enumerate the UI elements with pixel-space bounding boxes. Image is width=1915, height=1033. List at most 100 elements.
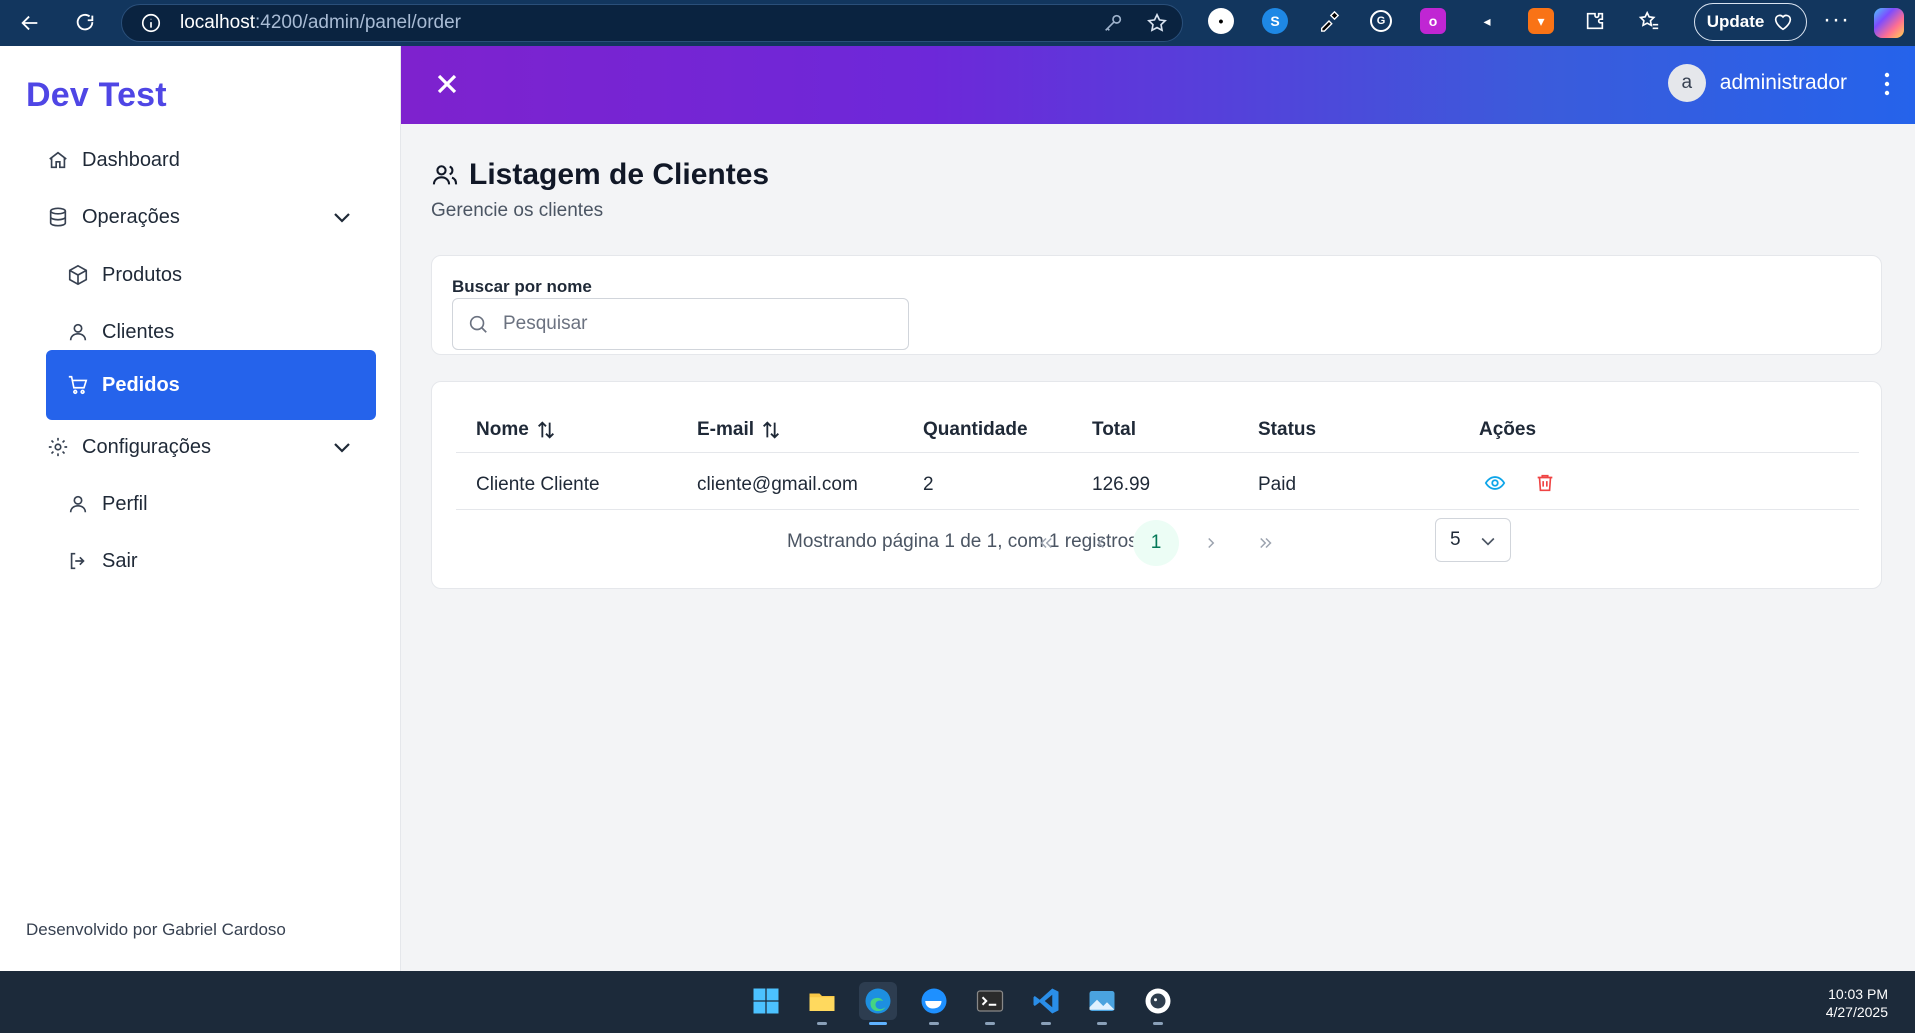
- column-header-status: Status: [1258, 419, 1316, 441]
- url-host: localhost: [180, 12, 255, 33]
- heart-icon: [1775, 14, 1792, 31]
- os-taskbar: 10:03 PM 4/27/2025: [0, 971, 1915, 1033]
- info-icon[interactable]: [140, 12, 162, 34]
- view-button[interactable]: [1482, 470, 1508, 496]
- footer-credit: Desenvolvido por Gabriel Cardoso: [26, 920, 286, 939]
- first-page-button[interactable]: [1023, 520, 1069, 566]
- trash-icon: [1537, 474, 1553, 492]
- search-label: Buscar por nome: [452, 277, 592, 296]
- cell-nome: Cliente Cliente: [476, 474, 600, 495]
- column-header-label: Status: [1258, 419, 1317, 440]
- page-size-select[interactable]: 5: [1435, 518, 1511, 562]
- sort-icon[interactable]: [535, 419, 557, 441]
- column-header-acoes: Ações: [1479, 419, 1536, 441]
- box-icon: [66, 263, 90, 287]
- chevron-down-icon[interactable]: [330, 205, 354, 229]
- favorites-icon[interactable]: [1636, 8, 1662, 34]
- database-icon: [46, 205, 70, 229]
- more-options-icon[interactable]: ···: [1823, 6, 1850, 34]
- brand-logo[interactable]: Dev Test: [26, 76, 167, 115]
- megaphone-icon[interactable]: ◂: [1474, 8, 1500, 34]
- topbar: a administrador: [401, 46, 1915, 124]
- column-header-label: E-mail: [697, 419, 755, 440]
- page-title-text: Listagem de Clientes: [469, 158, 770, 191]
- page-button-current[interactable]: 1: [1133, 520, 1179, 566]
- update-button[interactable]: Update: [1694, 3, 1807, 41]
- table-divider: [456, 509, 1859, 510]
- user-icon: [66, 492, 90, 516]
- chevron-down-icon: [1481, 537, 1495, 546]
- page-subtitle: Gerencie os clientes: [431, 200, 604, 221]
- chevrons-right-icon: [1260, 537, 1272, 549]
- sidebar-item-label: Pedidos: [102, 373, 180, 396]
- sidebar-item-label: Operações: [82, 205, 180, 228]
- pgadmin-icon[interactable]: [1139, 982, 1177, 1025]
- photos-icon[interactable]: [1083, 982, 1121, 1025]
- chevron-right-icon: [1208, 537, 1215, 549]
- column-header-label: Total: [1092, 419, 1136, 440]
- user-menu[interactable]: a administrador: [1667, 64, 1847, 102]
- column-header-label: Ações: [1479, 419, 1537, 440]
- chevron-down-icon[interactable]: [330, 435, 354, 459]
- sidebar-item-sair[interactable]: Sair: [46, 526, 376, 596]
- column-header-label: Quantidade: [923, 419, 1028, 440]
- search-input[interactable]: [503, 313, 883, 335]
- file-explorer-icon[interactable]: [803, 982, 841, 1025]
- column-header-nome[interactable]: Nome: [476, 419, 557, 441]
- extension-face-icon[interactable]: •: [1208, 8, 1234, 34]
- column-header-email[interactable]: E-mail: [697, 419, 782, 441]
- docker-icon[interactable]: [915, 982, 953, 1025]
- username: administrador: [1719, 71, 1847, 94]
- chevrons-left-icon: [1040, 537, 1052, 549]
- kebab-menu-icon[interactable]: [1883, 68, 1891, 100]
- search-box[interactable]: [452, 298, 909, 350]
- sidebar-item-label: Dashboard: [82, 148, 180, 171]
- column-header-label: Nome: [476, 419, 529, 440]
- windows-start-icon[interactable]: [747, 982, 785, 1020]
- user-icon: [66, 320, 90, 344]
- cell-email: cliente@gmail.com: [697, 474, 858, 495]
- edge-browser-icon[interactable]: [859, 982, 897, 1025]
- sidebar-item-label: Perfil: [102, 492, 148, 515]
- browser-toolbar: localhost:4200/admin/panel/order • S G o…: [0, 0, 1915, 46]
- avatar[interactable]: a: [1667, 64, 1706, 102]
- sidebar: Dev Test Dashboard Operações Produtos Cl…: [0, 46, 401, 971]
- star-icon[interactable]: [1146, 12, 1168, 34]
- gear-icon: [46, 435, 70, 459]
- extension-toggle-icon[interactable]: o: [1420, 8, 1446, 34]
- extension-shazam-icon[interactable]: S: [1262, 8, 1288, 34]
- last-page-button[interactable]: [1243, 520, 1289, 566]
- extension-g-icon[interactable]: G: [1370, 10, 1392, 32]
- users-icon: [432, 165, 458, 185]
- sort-icon[interactable]: [760, 419, 782, 441]
- cart-icon: [66, 373, 90, 397]
- fox-icon[interactable]: ▾: [1528, 8, 1554, 34]
- next-page-button[interactable]: [1188, 520, 1234, 566]
- home-icon: [46, 148, 70, 172]
- address-bar[interactable]: localhost:4200/admin/panel/order: [121, 4, 1183, 42]
- back-icon[interactable]: [12, 5, 48, 41]
- cell-total: 126.99: [1092, 474, 1151, 495]
- sidebar-item-pedidos[interactable]: Pedidos: [46, 350, 376, 420]
- search-card: Buscar por nome: [431, 255, 1882, 355]
- sidebar-item-label: Clientes: [102, 320, 175, 343]
- vscode-icon[interactable]: [1027, 982, 1065, 1025]
- puzzle-icon[interactable]: [1582, 8, 1608, 34]
- orders-table-card: Nome E-mail Quantidade Total Status Açõe…: [431, 381, 1882, 589]
- table-divider: [456, 452, 1859, 453]
- terminal-icon[interactable]: [971, 982, 1009, 1025]
- sidebar-item-label: Sair: [102, 549, 138, 572]
- chevron-left-icon: [1097, 537, 1104, 549]
- prev-page-button[interactable]: [1078, 520, 1124, 566]
- copilot-icon[interactable]: [1874, 8, 1904, 38]
- delete-button[interactable]: [1532, 470, 1558, 496]
- close-icon[interactable]: [431, 68, 463, 100]
- page-size-value: 5: [1450, 529, 1461, 550]
- key-icon[interactable]: [1102, 12, 1124, 34]
- eyedropper-icon[interactable]: [1316, 8, 1342, 34]
- reload-icon[interactable]: [67, 5, 103, 41]
- sidebar-item-label: Configurações: [82, 435, 211, 458]
- cell-status: Paid: [1258, 474, 1297, 495]
- search-icon: [469, 315, 487, 333]
- system-clock[interactable]: 10:03 PM 4/27/2025: [1826, 985, 1888, 1021]
